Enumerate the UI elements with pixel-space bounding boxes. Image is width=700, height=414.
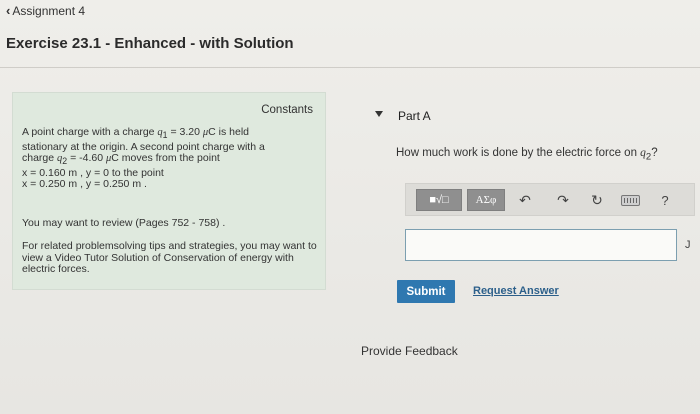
part-title: Part A bbox=[398, 109, 431, 123]
undo-icon[interactable]: ↶ bbox=[516, 191, 534, 209]
keyboard-icon[interactable] bbox=[619, 191, 641, 209]
video-tutor-tips[interactable]: For related problemsolving tips and stra… bbox=[22, 240, 322, 276]
reset-icon[interactable]: ↻ bbox=[588, 191, 606, 209]
templates-button[interactable]: ■√□ bbox=[416, 189, 462, 211]
help-icon[interactable]: ? bbox=[656, 191, 674, 209]
problem-line-5: x = 0.250 m , y = 0.250 m . bbox=[22, 178, 147, 191]
page: ‹ Assignment 4 Exercise 23.1 - Enhanced … bbox=[0, 0, 700, 414]
problem-panel: Constants A point charge with a charge q… bbox=[12, 92, 326, 290]
exercise-title: Exercise 23.1 - Enhanced - with Solution bbox=[6, 35, 294, 52]
provide-feedback-link[interactable]: Provide Feedback bbox=[361, 344, 458, 358]
top-bar: ‹ Assignment 4 bbox=[0, 0, 700, 24]
answer-input[interactable] bbox=[405, 229, 677, 261]
problem-line-3: charge q2 = -4.60 μC moves from the poin… bbox=[22, 152, 220, 167]
keyboard-glyph bbox=[620, 194, 640, 206]
header-divider bbox=[0, 67, 700, 68]
review-pages-text: You may want to review (Pages 752 - 758)… bbox=[22, 217, 226, 229]
back-to-assignment-link[interactable]: ‹ Assignment 4 bbox=[6, 3, 85, 18]
answer-unit: J bbox=[685, 239, 691, 251]
back-link-label: Assignment 4 bbox=[12, 3, 86, 18]
constants-link[interactable]: Constants bbox=[261, 104, 313, 116]
problem-line-1: A point charge with a charge q1 = 3.20 μ… bbox=[22, 126, 250, 141]
request-answer-link[interactable]: Request Answer bbox=[473, 285, 559, 297]
submit-button[interactable]: Submit bbox=[397, 280, 455, 303]
collapse-caret-icon[interactable] bbox=[375, 111, 383, 117]
redo-icon[interactable]: ↷ bbox=[554, 191, 572, 209]
symbols-button[interactable]: ΑΣφ bbox=[467, 189, 505, 211]
question-text: How much work is done by the electric fo… bbox=[396, 147, 658, 163]
math-toolbar: ■√□ ΑΣφ ↶ ↷ ↻ ? bbox=[405, 183, 695, 216]
chevron-left-icon: ‹ bbox=[6, 3, 11, 18]
problem-statement: A point charge with a charge q1 = 3.20 μ… bbox=[22, 126, 312, 191]
